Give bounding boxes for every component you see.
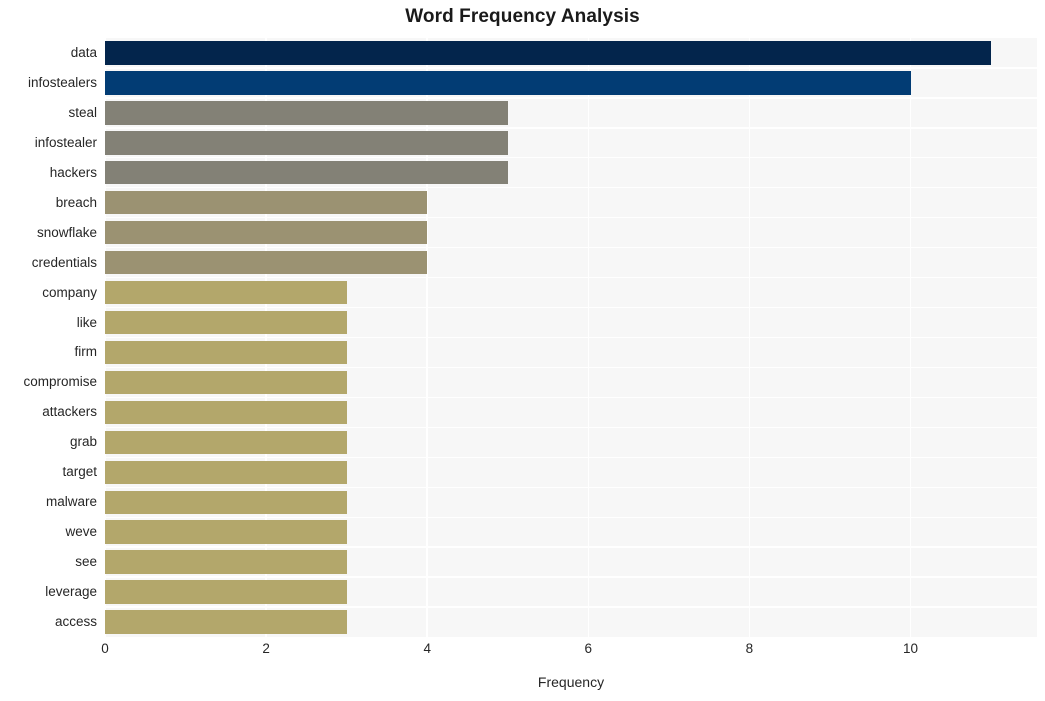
y-axis-tick-labels: data infostealers steal infostealer hackers b…	[0, 38, 97, 637]
gridline-horizontal	[105, 127, 1037, 129]
gridline-horizontal	[105, 606, 1037, 608]
gridline-horizontal	[105, 336, 1037, 339]
gridline-horizontal	[105, 516, 1037, 518]
bar-row[interactable]	[105, 460, 1037, 484]
bar-row[interactable]	[105, 490, 1037, 514]
gridline-horizontal	[105, 157, 1037, 159]
bar-row[interactable]	[105, 550, 1037, 574]
x-axis-tick-label: 2	[262, 641, 270, 656]
x-axis-tick-label: 4	[423, 641, 431, 656]
bar[interactable]	[105, 310, 347, 335]
gridline-horizontal	[105, 306, 1037, 309]
bar-row[interactable]	[105, 370, 1037, 395]
gridline-horizontal	[105, 396, 1037, 399]
bar-row[interactable]	[105, 310, 1037, 335]
bar-row[interactable]	[105, 340, 1037, 365]
bar-row[interactable]	[105, 191, 1037, 215]
y-axis-tick-label: infostealers	[27, 74, 97, 90]
bar-row[interactable]	[105, 580, 1037, 604]
bar-row[interactable]	[105, 610, 1037, 634]
bar-row[interactable]	[105, 131, 1037, 155]
gridline-horizontal	[105, 217, 1037, 219]
y-axis-tick-label: attackers	[42, 404, 97, 420]
gridline-horizontal	[105, 546, 1037, 548]
y-axis-tick-label: breach	[55, 194, 97, 210]
bar[interactable]	[105, 400, 347, 425]
bar[interactable]	[105, 610, 347, 634]
y-axis-tick-label: hackers	[49, 164, 97, 180]
bar-row[interactable]	[105, 220, 1037, 245]
y-axis-tick-label: snowflake	[36, 224, 97, 240]
x-axis-tick-label: 8	[745, 641, 754, 656]
y-axis-tick-label: see	[75, 554, 97, 570]
y-axis-tick-label: target	[62, 464, 97, 480]
bar[interactable]	[105, 430, 347, 454]
bar-row[interactable]	[105, 400, 1037, 425]
bar[interactable]	[105, 161, 508, 185]
y-axis-tick-label: company	[42, 284, 97, 300]
bar[interactable]	[105, 220, 428, 245]
y-axis-tick-label: credentials	[31, 254, 97, 270]
bar[interactable]	[105, 191, 428, 215]
bar[interactable]	[105, 71, 911, 95]
y-axis-tick-label: data	[70, 44, 97, 60]
bar[interactable]	[105, 340, 347, 365]
bar-row[interactable]	[105, 101, 1037, 125]
x-axis-tick-labels: 0 2 4 6 8 10	[101, 641, 1037, 663]
gridline-horizontal	[105, 426, 1037, 429]
y-axis-tick-label: weve	[65, 524, 97, 540]
bar[interactable]	[105, 490, 347, 514]
y-axis-tick-label: compromise	[23, 374, 97, 390]
bar[interactable]	[105, 101, 508, 125]
x-axis-tick-label: 6	[584, 641, 593, 656]
x-axis-title: Frequency	[537, 674, 605, 690]
y-axis-tick-label: grab	[69, 434, 97, 450]
word-frequency-chart-figure: Word Frequency Analysis data infostealers…	[0, 0, 1045, 701]
gridline-horizontal	[105, 486, 1037, 488]
x-axis-tick-label: 0	[101, 641, 109, 656]
bar-row[interactable]	[105, 161, 1037, 185]
y-axis-tick-label: malware	[45, 494, 97, 510]
bar[interactable]	[105, 460, 347, 484]
bar-row[interactable]	[105, 250, 1037, 275]
bar[interactable]	[105, 370, 347, 395]
gridline-horizontal	[105, 246, 1037, 249]
y-axis-tick-label: like	[76, 314, 97, 330]
y-axis-tick-label: infostealer	[34, 134, 97, 150]
bar[interactable]	[105, 131, 508, 155]
gridline-horizontal	[105, 456, 1037, 458]
bar-row[interactable]	[105, 41, 1037, 65]
y-axis-tick-label: steal	[68, 104, 97, 120]
bar[interactable]	[105, 280, 347, 305]
bar-row[interactable]	[105, 71, 1037, 95]
bar[interactable]	[105, 550, 347, 574]
gridline-horizontal	[105, 187, 1037, 189]
y-axis-tick-label: leverage	[45, 584, 97, 600]
bar[interactable]	[105, 520, 347, 544]
bar-row[interactable]	[105, 430, 1037, 454]
bar[interactable]	[105, 250, 428, 275]
gridline-horizontal	[105, 276, 1037, 279]
bar-row[interactable]	[105, 520, 1037, 544]
bar[interactable]	[105, 41, 992, 65]
y-axis-tick-label: firm	[74, 344, 98, 360]
plot-area	[105, 38, 1037, 637]
gridline-horizontal	[105, 576, 1037, 578]
x-axis-tick-label: 10	[903, 641, 919, 656]
y-axis-tick-label: access	[54, 614, 97, 630]
bar-row[interactable]	[105, 280, 1037, 305]
gridline-horizontal	[105, 97, 1037, 99]
bar[interactable]	[105, 580, 347, 604]
gridline-horizontal	[105, 366, 1037, 369]
gridline-horizontal	[105, 67, 1037, 69]
chart-title: Word Frequency Analysis	[405, 6, 640, 27]
bars-layer	[105, 38, 1037, 637]
